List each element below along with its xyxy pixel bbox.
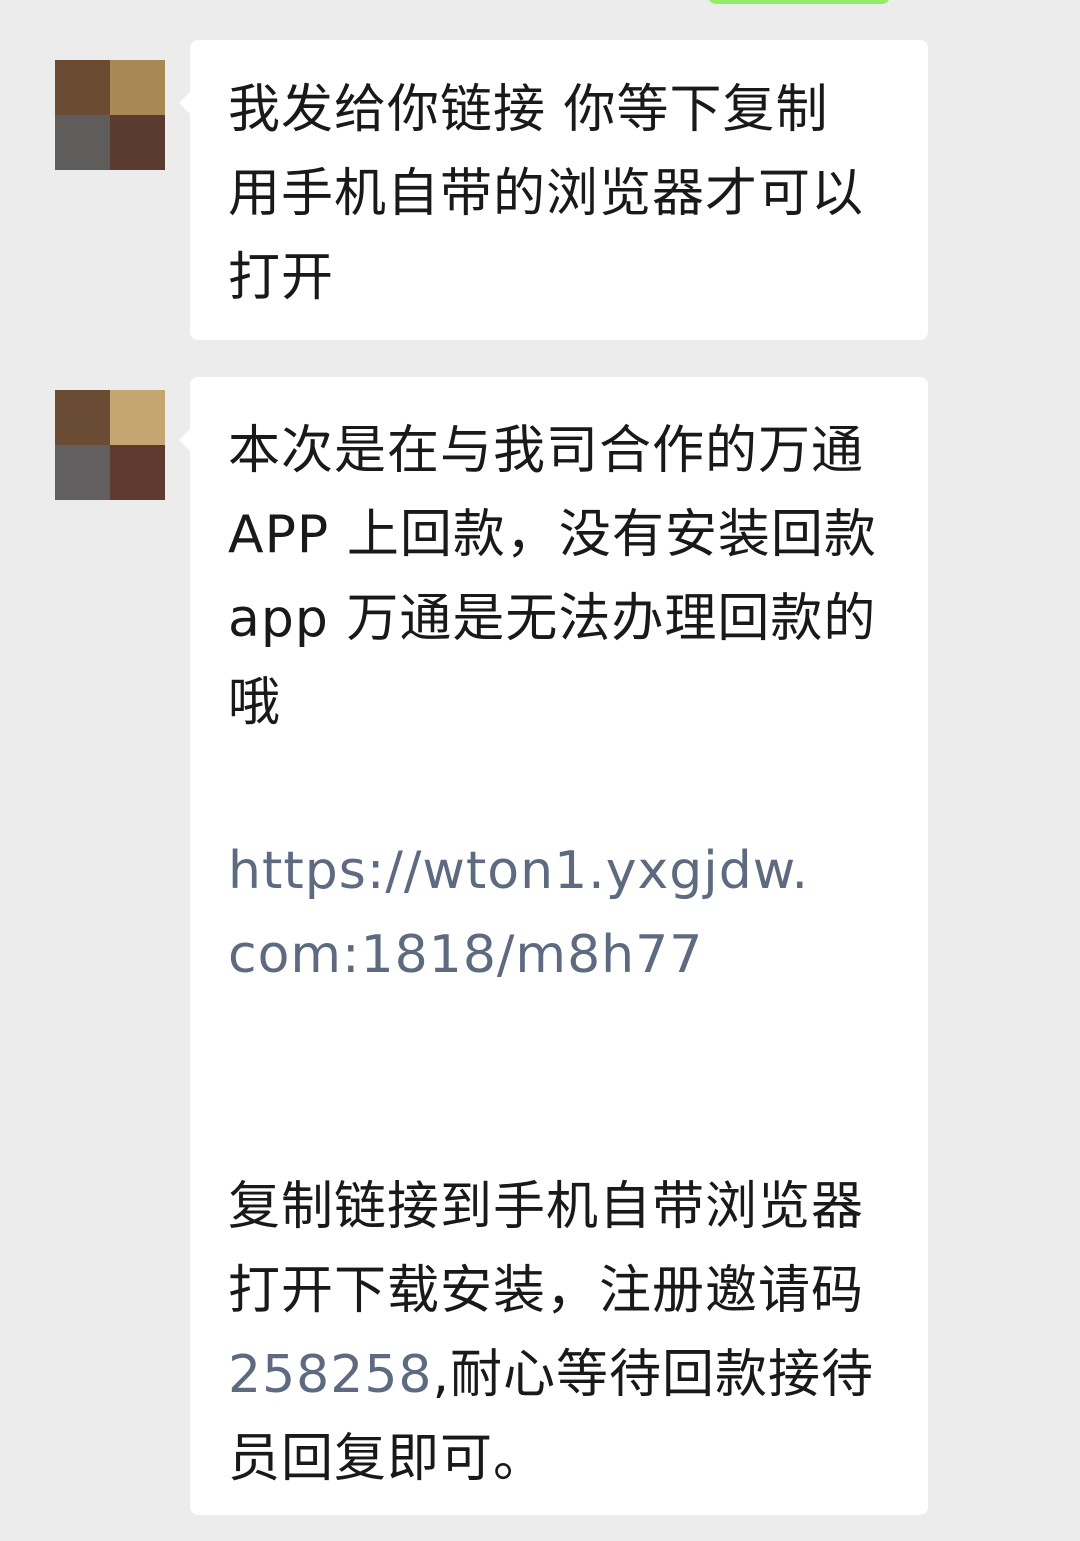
contact-avatar[interactable] xyxy=(55,390,165,500)
message-text: 我发给你链接 你等下复制 用手机自带的浏览器才可以 打开 xyxy=(228,68,892,320)
message-line-rest: ,耐心等待回款接待 xyxy=(432,1345,875,1405)
download-link[interactable]: com:1818/m8h77 xyxy=(228,913,892,997)
message-bubble[interactable]: 我发给你链接 你等下复制 用手机自带的浏览器才可以 打开 xyxy=(179,40,928,340)
message-bubble[interactable]: 本次是在与我司合作的万通 APP 上回款，没有安装回款 app 万通是无法办理回… xyxy=(179,377,928,1515)
message-line: 我发给你链接 你等下复制 xyxy=(228,80,829,140)
message-line: 哦 xyxy=(228,673,282,733)
message-line: 258258,耐心等待回款接待 xyxy=(228,1333,892,1417)
message-line: APP 上回款，没有安装回款 xyxy=(228,505,877,565)
download-link[interactable]: https://wton1.yxgjdw. xyxy=(228,829,892,913)
contact-avatar[interactable] xyxy=(55,60,165,170)
message-line: 用手机自带的浏览器才可以 xyxy=(228,164,865,224)
message-line: 打开下载安装，注册邀请码 xyxy=(228,1261,865,1321)
outgoing-message-bubble-edge xyxy=(708,0,890,4)
message-line: 本次是在与我司合作的万通 xyxy=(228,421,865,481)
message-line: 员回复即可。 xyxy=(228,1429,547,1489)
message-line: app 万通是无法办理回款的 xyxy=(228,589,877,649)
message-line: 打开 xyxy=(228,248,335,308)
invite-code[interactable]: 258258 xyxy=(228,1345,433,1405)
message-line: 复制链接到手机自带浏览器 xyxy=(228,1177,865,1237)
message-text: 本次是在与我司合作的万通 APP 上回款，没有安装回款 app 万通是无法办理回… xyxy=(228,409,892,1501)
